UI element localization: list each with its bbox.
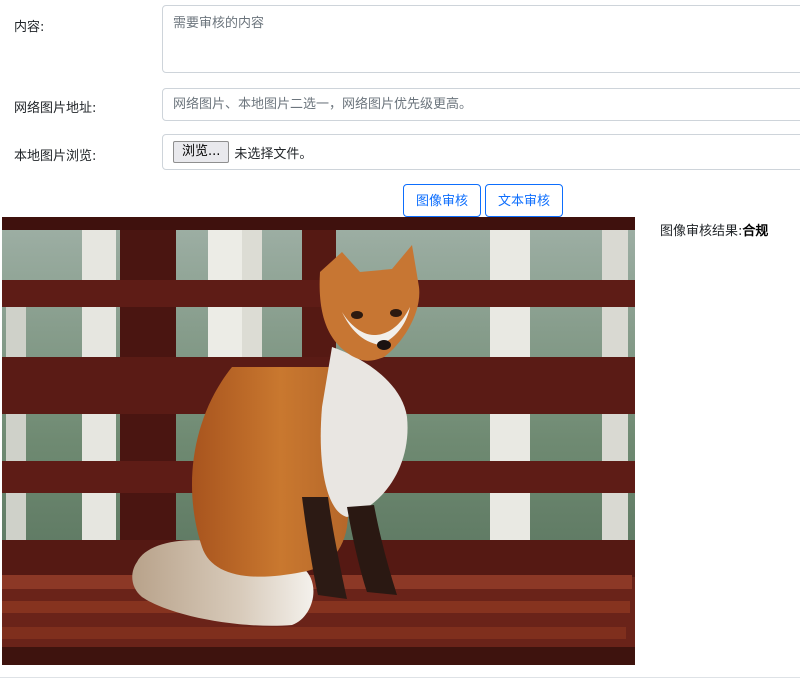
text-check-button[interactable]: 文本审核 [485, 184, 563, 217]
local-image-label: 本地图片浏览: [14, 149, 97, 164]
result-value: 合规 [742, 224, 769, 239]
content-textarea[interactable] [162, 5, 800, 73]
bottom-divider [0, 677, 800, 678]
uploaded-photo [2, 217, 635, 665]
image-check-result: 图像审核结果:合规 [660, 220, 768, 239]
image-url-input[interactable] [162, 88, 800, 121]
local-image-file-input[interactable]: 浏览... 未选择文件。 [162, 134, 800, 170]
image-url-label: 网络图片地址: [14, 101, 97, 116]
image-check-button[interactable]: 图像审核 [403, 184, 481, 217]
content-label: 内容: [14, 20, 45, 35]
browse-button[interactable]: 浏览... [173, 141, 230, 163]
result-label: 图像审核结果: [660, 224, 743, 239]
file-status-text: 未选择文件。 [234, 146, 313, 162]
